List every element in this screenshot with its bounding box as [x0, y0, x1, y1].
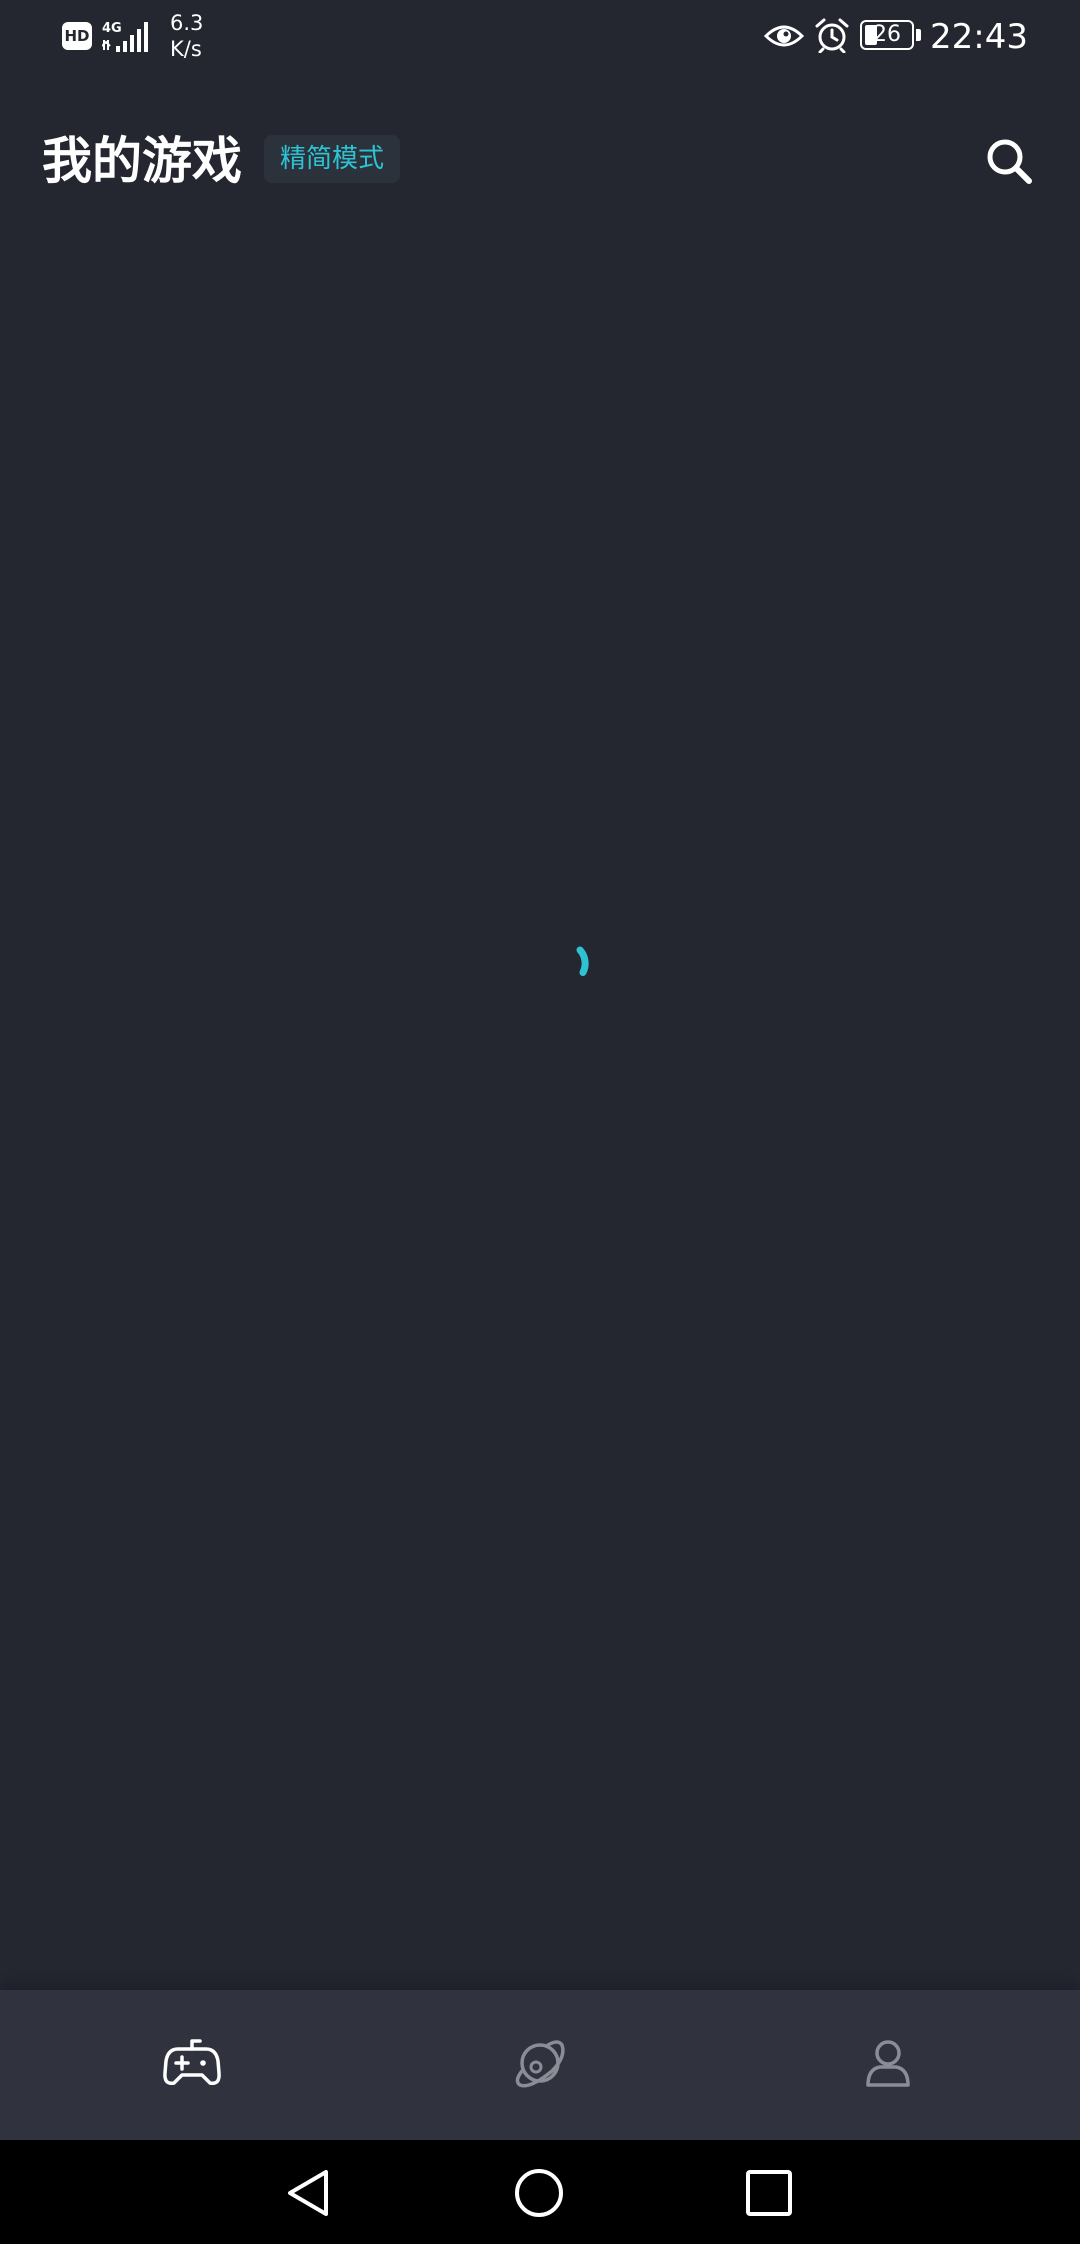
recent-apps-icon[interactable] — [742, 2166, 796, 2220]
home-icon[interactable] — [512, 2166, 566, 2220]
system-nav-bar — [0, 2140, 1080, 2244]
clock: 22:43 — [930, 17, 1028, 57]
tab-my-games[interactable] — [12, 1990, 372, 2140]
loading-spinner-icon — [550, 946, 589, 987]
screen: HD 4G 6.3 K/s 26 22:43 我的游戏 精简模式 — [0, 0, 1080, 2244]
network-speed: 6.3 K/s — [170, 10, 220, 62]
back-icon[interactable] — [282, 2166, 336, 2220]
lite-mode-chip[interactable]: 精简模式 — [264, 135, 401, 183]
battery-icon: 26 — [860, 20, 922, 54]
page-title: 我的游戏 — [42, 132, 242, 190]
planet-icon — [515, 2040, 565, 2088]
person-icon — [866, 2040, 910, 2087]
tab-explore[interactable] — [360, 1990, 720, 2140]
battery-tip — [916, 29, 921, 41]
hd-icon: HD — [62, 22, 92, 50]
battery-level: 26 — [873, 22, 901, 47]
alarm-icon — [815, 18, 849, 53]
speed-unit: K/s — [170, 37, 202, 61]
eye-icon — [764, 25, 804, 47]
game-list-area — [0, 210, 1080, 1986]
search-icon[interactable] — [980, 132, 1040, 192]
gamepad-icon — [163, 2039, 221, 2086]
speed-value: 6.3 — [170, 11, 204, 35]
network-type-label: 4G — [102, 21, 122, 36]
signal-icon: 4G — [102, 21, 148, 52]
app-header: 我的游戏 精简模式 — [0, 120, 1080, 200]
bottom-tab-bar — [0, 1990, 1080, 2140]
tab-profile[interactable] — [708, 1990, 1068, 2140]
status-bar: HD 4G 6.3 K/s 26 22:43 — [0, 0, 1080, 76]
